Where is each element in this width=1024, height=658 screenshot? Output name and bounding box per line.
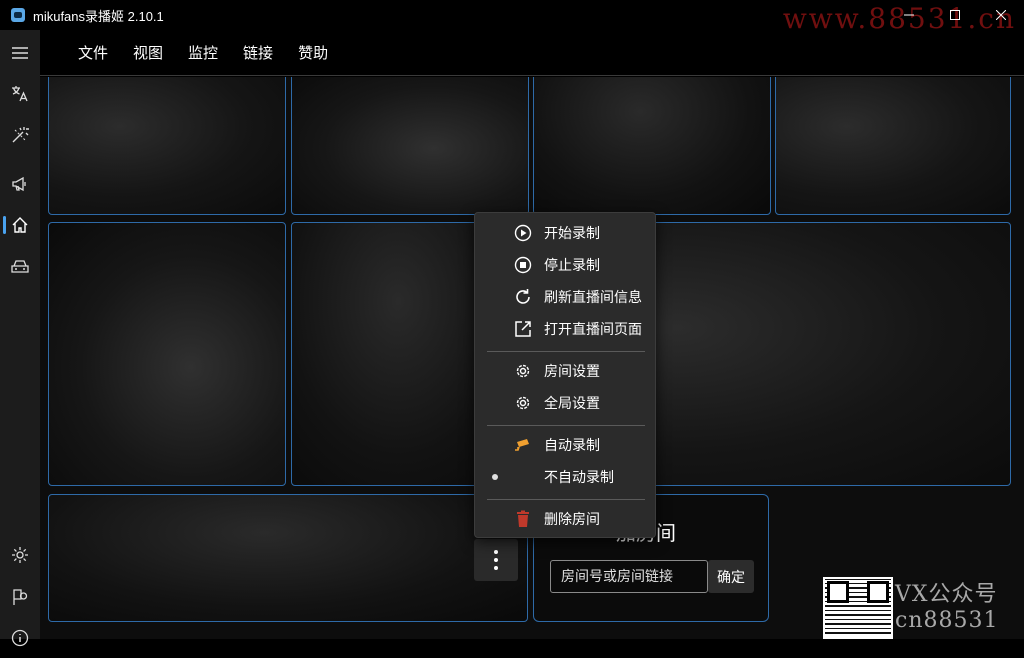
menu-separator bbox=[487, 425, 645, 426]
menu-label: 删除房间 bbox=[544, 511, 600, 527]
cctv-camera-icon bbox=[513, 435, 533, 455]
menu-item-global-settings[interactable]: 全局设置 bbox=[475, 387, 657, 419]
watermark-bottom: VX公众号 cn88531 bbox=[895, 582, 998, 634]
external-link-icon bbox=[513, 319, 533, 339]
room-context-menu: 开始录制 停止录制 刷新直播间信息 打开直播间页面 房间设置 全局设置 自动录制… bbox=[474, 212, 656, 538]
gear-icon bbox=[513, 361, 533, 381]
menu-separator bbox=[487, 351, 645, 352]
room-card[interactable] bbox=[48, 77, 286, 215]
menu-item-open-page[interactable]: 打开直播间页面 bbox=[475, 313, 657, 345]
nav-about[interactable] bbox=[0, 618, 40, 658]
menu-item-auto-record[interactable]: 自动录制 bbox=[475, 429, 657, 461]
menu-item-refresh-info[interactable]: 刷新直播间信息 bbox=[475, 281, 657, 313]
menu-item-delete-room[interactable]: 删除房间 bbox=[475, 503, 657, 535]
nav-tools[interactable] bbox=[0, 115, 40, 155]
nav-home[interactable] bbox=[0, 205, 40, 245]
more-dot-icon bbox=[494, 558, 498, 562]
menu-label: 全局设置 bbox=[544, 395, 600, 411]
refresh-icon bbox=[513, 287, 533, 307]
close-button[interactable] bbox=[978, 0, 1024, 30]
menu-label: 刷新直播间信息 bbox=[544, 289, 642, 305]
maximize-button[interactable] bbox=[932, 0, 978, 30]
megaphone-icon bbox=[12, 176, 26, 192]
gear-icon bbox=[513, 393, 533, 413]
menu-label: 打开直播间页面 bbox=[544, 321, 642, 337]
menu-bar: 文件 视图 监控 链接 赞助 bbox=[40, 30, 1024, 76]
minimize-button[interactable] bbox=[886, 0, 932, 30]
menu-file[interactable]: 文件 bbox=[78, 42, 108, 63]
toolbox-icon bbox=[11, 260, 29, 273]
qr-code bbox=[823, 577, 893, 639]
menu-icon bbox=[12, 47, 28, 59]
nav-diagnostics[interactable] bbox=[0, 577, 40, 617]
minimize-icon bbox=[904, 14, 914, 16]
room-card[interactable] bbox=[775, 77, 1011, 215]
magic-wand-icon bbox=[12, 127, 29, 143]
menu-item-start-record[interactable]: 开始录制 bbox=[475, 217, 657, 249]
selected-bullet-icon bbox=[492, 474, 498, 480]
watermark-line: VX公众号 bbox=[895, 582, 998, 607]
menu-monitor[interactable]: 监控 bbox=[188, 42, 218, 63]
room-card[interactable] bbox=[48, 494, 528, 622]
menu-item-room-settings[interactable]: 房间设置 bbox=[475, 355, 657, 387]
menu-item-no-auto-record[interactable]: 不自动录制 bbox=[475, 461, 657, 493]
title-bar: mikufans录播姬 2.10.1 www.88531.cn bbox=[0, 0, 1024, 35]
room-card[interactable] bbox=[48, 222, 286, 486]
more-dot-icon bbox=[494, 566, 498, 570]
menu-item-stop-record[interactable]: 停止录制 bbox=[475, 249, 657, 281]
play-circle-icon bbox=[513, 223, 533, 243]
room-id-input[interactable]: 房间号或房间链接 bbox=[550, 560, 708, 593]
nav-toolbox[interactable] bbox=[0, 246, 40, 286]
confirm-button[interactable]: 确定 bbox=[708, 560, 754, 593]
menu-links[interactable]: 链接 bbox=[243, 42, 273, 63]
translate-icon bbox=[12, 86, 28, 102]
nav-announcement[interactable] bbox=[0, 164, 40, 204]
menu-separator bbox=[487, 499, 645, 500]
nav-language[interactable] bbox=[0, 74, 40, 114]
room-card[interactable] bbox=[533, 77, 771, 215]
nav-settings[interactable] bbox=[0, 535, 40, 575]
trash-icon bbox=[513, 509, 533, 529]
menu-view[interactable]: 视图 bbox=[133, 42, 163, 63]
menu-label: 房间设置 bbox=[544, 363, 600, 379]
room-card[interactable] bbox=[291, 77, 529, 215]
navigation-rail bbox=[0, 30, 40, 647]
pin-search-icon bbox=[13, 589, 28, 605]
close-icon bbox=[996, 10, 1006, 20]
menu-label: 开始录制 bbox=[544, 225, 600, 241]
hamburger-menu-button[interactable] bbox=[0, 33, 40, 73]
maximize-icon bbox=[950, 10, 960, 20]
more-dot-icon bbox=[494, 550, 498, 554]
home-icon bbox=[12, 217, 28, 233]
menu-label: 停止录制 bbox=[544, 257, 600, 273]
info-icon bbox=[11, 629, 29, 647]
window-title: mikufans录播姬 2.10.1 bbox=[33, 8, 164, 24]
menu-label: 不自动录制 bbox=[544, 469, 614, 485]
app-icon bbox=[11, 8, 25, 22]
more-options-button[interactable] bbox=[474, 539, 518, 581]
stop-circle-icon bbox=[513, 255, 533, 275]
watermark-line: cn88531 bbox=[895, 608, 999, 633]
menu-label: 自动录制 bbox=[544, 437, 600, 453]
settings-icon bbox=[12, 547, 28, 563]
menu-sponsor[interactable]: 赞助 bbox=[298, 42, 328, 63]
